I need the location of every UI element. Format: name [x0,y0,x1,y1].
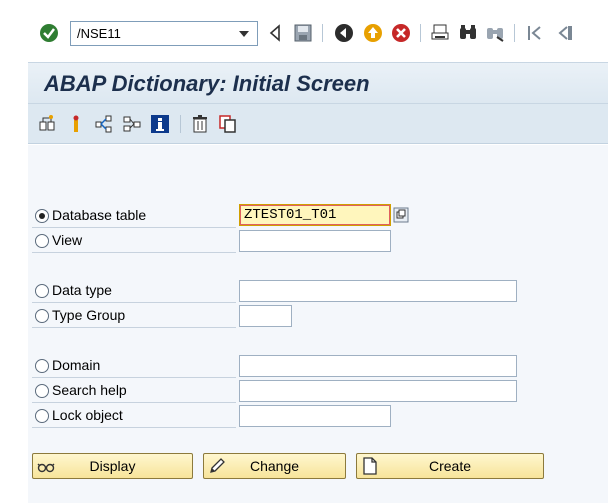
find-next-icon[interactable] [484,22,506,44]
toolbar-separator [322,24,323,42]
search-help-input[interactable] [239,380,517,402]
command-field-value: /NSE11 [77,26,121,41]
radio-type-group[interactable]: Type Group [32,306,236,328]
lock-object-input[interactable] [239,405,391,427]
create-button[interactable]: Create [356,453,544,479]
info-icon[interactable] [150,114,170,134]
data-type-label: Data type [52,282,112,298]
label-underline [32,327,236,328]
display-navigate-icon[interactable] [94,114,114,134]
pencil-icon [208,457,226,475]
back-icon[interactable] [264,22,286,44]
label-underline [32,402,236,403]
radio-search-help[interactable]: Search help [32,381,236,403]
data-type-input[interactable] [239,280,517,302]
radio-button[interactable] [35,234,49,248]
first-page-icon[interactable] [524,22,546,44]
other-object-icon[interactable] [38,114,58,134]
database-table-input[interactable]: ZTEST01_T01 [239,204,391,226]
radio-data-type[interactable]: Data type [32,281,236,303]
lock-object-label: Lock object [52,407,123,423]
enter-icon[interactable] [38,22,60,44]
display-button[interactable]: Display [32,453,193,479]
create-button-label: Create [428,458,472,474]
main-form: Database table ZTEST01_T01 View Data typ… [28,145,608,503]
radio-button[interactable] [35,409,49,423]
copy-icon[interactable] [218,114,238,134]
toolbar-separator [180,115,181,133]
print-icon[interactable] [429,22,451,44]
title-bar: ABAP Dictionary: Initial Screen [28,62,608,104]
display-glasses-icon [37,457,55,475]
previous-page-icon[interactable] [552,22,574,44]
page-title: ABAP Dictionary: Initial Screen [44,71,370,96]
radio-lock-object[interactable]: Lock object [32,406,236,428]
label-underline [32,227,236,228]
search-help-label: Search help [52,382,127,398]
view-label: View [52,232,83,248]
label-underline [32,427,236,428]
find-icon[interactable] [457,22,479,44]
delete-icon[interactable] [190,114,210,134]
radio-button[interactable] [35,309,49,323]
label-underline [32,377,236,378]
command-field[interactable]: /NSE11 [70,21,258,46]
display-button-label: Display [89,458,136,474]
command-history-dropdown-icon[interactable] [237,27,251,41]
database-table-value: ZTEST01_T01 [244,207,337,223]
toolbar-separator [420,24,421,42]
system-toolbar: /NSE11 [0,0,608,66]
toolbar-separator [514,24,515,42]
save-icon[interactable] [292,22,314,44]
radio-button[interactable] [35,284,49,298]
database-table-label: Database table [52,207,147,223]
value-help-icon[interactable] [393,207,409,223]
radio-button-selected[interactable] [35,209,49,223]
where-used-icon[interactable] [66,114,86,134]
radio-domain[interactable]: Domain [32,356,236,378]
type-group-label: Type Group [52,307,126,323]
label-underline [32,302,236,303]
label-underline [32,252,236,253]
radio-button[interactable] [35,384,49,398]
view-input[interactable] [239,230,391,252]
radio-view[interactable]: View [32,231,236,253]
application-toolbar [28,104,608,144]
domain-label: Domain [52,357,101,373]
back-arrow-icon[interactable] [333,22,355,44]
radio-button[interactable] [35,359,49,373]
change-button[interactable]: Change [203,453,346,479]
type-group-input[interactable] [239,305,292,327]
new-document-icon [361,457,379,475]
radio-database-table[interactable]: Database table [32,206,236,228]
exit-icon[interactable] [362,22,384,44]
object-list-icon[interactable] [122,114,142,134]
domain-input[interactable] [239,355,517,377]
cancel-icon[interactable] [390,22,412,44]
